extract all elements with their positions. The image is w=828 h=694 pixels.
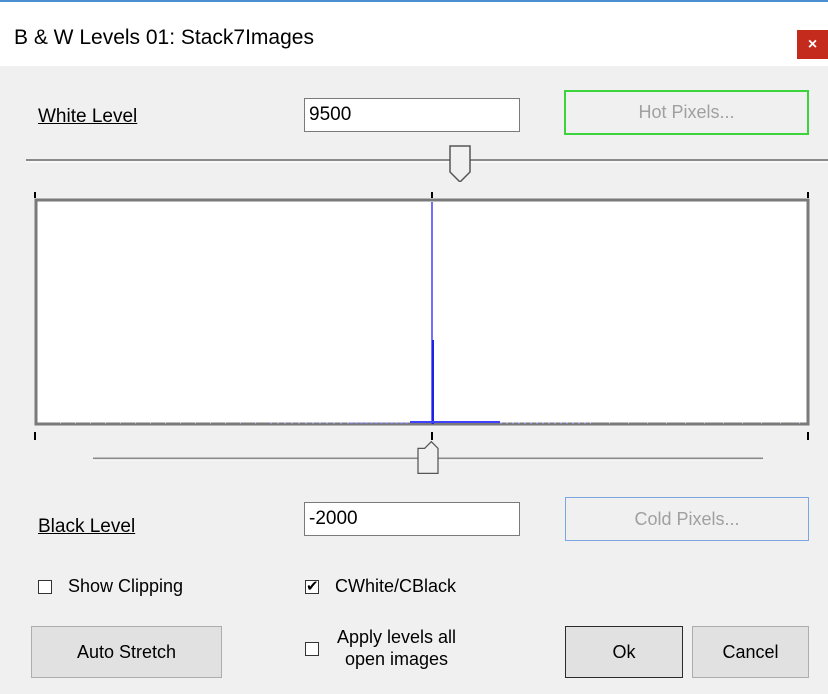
histogram-plot-area <box>34 198 810 426</box>
apply-levels-label-line2: open images <box>344 649 449 669</box>
show-clipping-checkbox-row[interactable]: Show Clipping <box>38 576 183 597</box>
show-clipping-checkbox[interactable] <box>38 579 52 594</box>
white-slider-thumb[interactable] <box>449 145 471 182</box>
apply-levels-checkbox[interactable] <box>305 642 319 656</box>
title-bar[interactable]: B & W Levels 01: Stack7Images × <box>0 2 828 66</box>
white-level-label: White Level <box>38 106 138 127</box>
close-button[interactable]: × <box>797 30 828 59</box>
cwhite-cblack-checkbox-row[interactable]: ✔ CWhite/CBlack <box>305 576 456 597</box>
hot-pixels-button[interactable]: Hot Pixels... <box>564 90 809 135</box>
window-title: B & W Levels 01: Stack7Images <box>14 26 314 49</box>
black-level-slider[interactable] <box>26 440 828 480</box>
apply-levels-label-line1: Apply levels all <box>337 627 457 647</box>
histogram <box>34 192 810 440</box>
apply-levels-checkbox-row[interactable]: Apply levels all open images <box>305 626 456 670</box>
levels-dialog: B & W Levels 01: Stack7Images × White Le… <box>0 0 828 694</box>
cancel-button[interactable]: Cancel <box>692 626 809 678</box>
cwhite-cblack-label: CWhite/CBlack <box>335 576 457 596</box>
checkmark-icon: ✔ <box>306 577 319 595</box>
cold-pixels-button[interactable]: Cold Pixels... <box>565 497 809 541</box>
white-level-input[interactable] <box>304 98 520 132</box>
show-clipping-label: Show Clipping <box>68 576 184 596</box>
white-level-slider[interactable] <box>26 142 828 182</box>
black-level-input[interactable] <box>304 502 520 536</box>
close-icon: × <box>807 35 818 53</box>
black-level-label: Black Level <box>38 516 136 537</box>
black-slider-thumb[interactable] <box>417 440 439 474</box>
cwhite-cblack-checkbox[interactable]: ✔ <box>305 577 319 595</box>
ok-button[interactable]: Ok <box>565 626 683 678</box>
auto-stretch-button[interactable]: Auto Stretch <box>31 626 222 678</box>
